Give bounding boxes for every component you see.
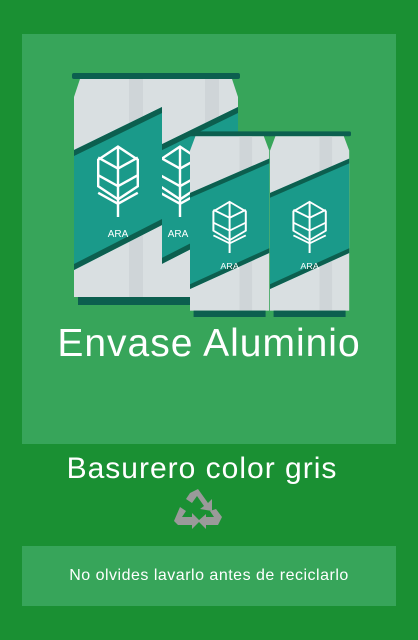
bin-instruction: Basurero color gris [66, 452, 338, 485]
svg-text:ARA: ARA [220, 261, 239, 270]
svg-text:ARA: ARA [108, 229, 129, 240]
svg-text:ARA: ARA [300, 261, 319, 270]
recycle-icon [174, 489, 222, 529]
can-front-right: ARA [268, 131, 351, 317]
material-title: Envase Aluminio [57, 322, 361, 365]
can-front-left: ARA [188, 131, 271, 317]
reminder-box: No olvides lavarlo antes de reciclarlo [22, 546, 396, 606]
can-back-left: ARA [72, 73, 164, 305]
aluminum-cans-illustration: ARA ARA ARA ARA [72, 73, 351, 317]
reminder-text: No olvides lavarlo antes de reciclarlo [69, 567, 349, 584]
svg-text:ARA: ARA [168, 229, 189, 240]
